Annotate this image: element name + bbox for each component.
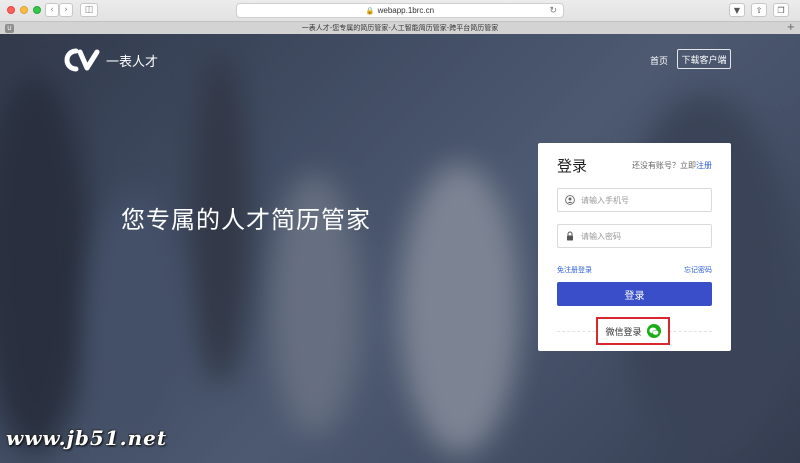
tab-bar: U 一表人才-您专属的简历管家-人工智能简历管家-跨平台简历管家 + <box>0 21 800 34</box>
new-tab-icon[interactable]: + <box>787 22 795 33</box>
lock-icon: 🔒 <box>365 7 375 15</box>
sidebar-toggle-icon[interactable]: ◫ <box>80 3 98 17</box>
logo-text: 一表人才 <box>106 54 159 70</box>
user-icon <box>565 195 575 205</box>
login-card: 登录 还没有账号？立即注册 免注册登录 忘记密码 登录 微信登录 <box>538 143 731 351</box>
login-button[interactable]: 登录 <box>557 282 712 306</box>
lock-icon <box>567 231 573 241</box>
back-icon[interactable]: ‹ <box>45 3 59 17</box>
phone-field[interactable] <box>557 188 712 212</box>
register-prompt: 还没有账号？立即注册 <box>632 160 712 171</box>
wechat-login-label: 微信登录 <box>605 327 642 338</box>
no-account-text: 还没有账号？立即 <box>632 161 696 170</box>
wechat-icon <box>646 324 661 338</box>
site-logo[interactable]: 一表人才 <box>64 48 158 72</box>
free-register-link[interactable]: 免注册登录 <box>557 265 592 275</box>
minimize-window-button[interactable] <box>20 6 28 14</box>
zoom-window-button[interactable] <box>33 6 41 14</box>
nav-home-link[interactable]: 首页 <box>650 54 668 67</box>
phone-input[interactable] <box>581 195 701 205</box>
downloads-icon[interactable]: ▼ <box>729 3 745 17</box>
password-input[interactable] <box>581 231 701 241</box>
tabs-overview-icon[interactable]: ❐ <box>773 3 789 17</box>
watermark: www.jb51.net <box>6 426 168 450</box>
url-text: webapp.1brc.cn <box>377 6 435 15</box>
forgot-password-link[interactable]: 忘记密码 <box>684 265 712 275</box>
reload-icon[interactable]: ↻ <box>549 5 557 16</box>
download-client-button[interactable]: 下载客户端 <box>677 49 731 69</box>
tab-title[interactable]: 一表人才-您专属的简历管家-人工智能简历管家-跨平台简历管家 <box>0 23 800 33</box>
login-title: 登录 <box>557 157 588 175</box>
hero-slogan: 您专属的人才简历管家 <box>121 206 371 234</box>
logo-icon <box>64 48 100 72</box>
wechat-login-button[interactable]: 微信登录 <box>596 317 670 345</box>
browser-toolbar: ‹ › ◫ 🔒 webapp.1brc.cn ↻ ▼ ⇧ ❐ U 一表人才-您专… <box>0 0 800 34</box>
close-window-button[interactable] <box>7 6 15 14</box>
page-background: 一表人才 首页 下载客户端 您专属的人才简历管家 登录 还没有账号？立即注册 免… <box>0 34 800 463</box>
address-bar[interactable]: 🔒 webapp.1brc.cn ↻ <box>236 3 564 18</box>
share-icon[interactable]: ⇧ <box>751 3 767 17</box>
forward-icon[interactable]: › <box>59 3 73 17</box>
register-link[interactable]: 注册 <box>696 161 712 170</box>
password-field[interactable] <box>557 224 712 248</box>
